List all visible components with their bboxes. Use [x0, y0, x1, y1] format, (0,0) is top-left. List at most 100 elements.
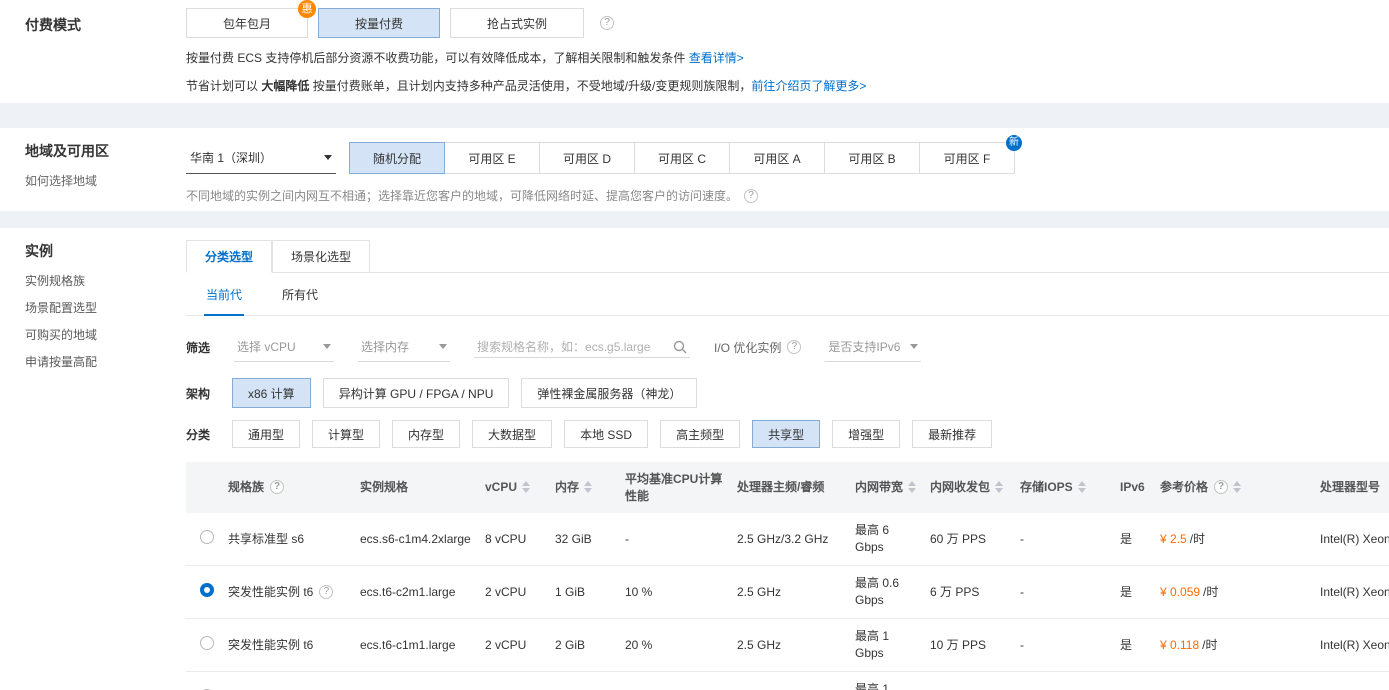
payment-section-label: 付费模式 — [25, 17, 81, 33]
savings-plan-link[interactable]: 前往介绍页了解更多> — [751, 79, 866, 93]
baseline-cell: 20 % — [625, 637, 653, 652]
spec-cell: ecs.t6-c1m1.large — [360, 637, 456, 652]
ipv6-select[interactable]: 是否支持IPv6 — [825, 332, 922, 362]
cat-bigdata[interactable]: 大数据型 — [472, 420, 553, 448]
new-badge: 新 — [1006, 135, 1022, 151]
price-unit: /时 — [1202, 637, 1218, 652]
pps-cell: 60 万 PPS — [930, 531, 987, 546]
header-memory-text: 内存 — [555, 480, 580, 495]
tab-current-generation[interactable]: 当前代 — [204, 273, 245, 316]
header-cpu-model-text: 处理器型号 — [1320, 480, 1381, 495]
generation-tab-bar: 当前代 所有代 — [186, 273, 1389, 316]
header-frequency: 处理器主频/睿频 — [737, 479, 855, 496]
chevron-down-icon — [324, 155, 332, 160]
row-radio[interactable] — [200, 529, 214, 544]
spec-search-input[interactable] — [477, 339, 668, 354]
memory-select[interactable]: 选择内存 — [358, 332, 451, 362]
side-link-instance-families[interactable]: 实例规格族 — [25, 272, 97, 289]
zone-e[interactable]: 可用区 E — [444, 142, 540, 174]
cat-general[interactable]: 通用型 — [232, 420, 301, 448]
cat-high-clock[interactable]: 高主频型 — [660, 420, 741, 448]
pay-option-pay-as-you-go[interactable]: 按量付费 — [318, 8, 441, 38]
zone-group: 随机分配 可用区 E 可用区 D 可用区 C 可用区 A 可用区 B 可用区 F… — [349, 135, 1022, 174]
spec-cell: ecs.s6-c1m4.2xlarge — [360, 531, 471, 546]
help-icon[interactable]: ? — [744, 188, 759, 203]
help-icon[interactable]: ? — [787, 340, 802, 354]
vcpu-select[interactable]: 选择 vCPU — [234, 332, 335, 362]
help-icon[interactable]: ? — [1214, 480, 1229, 495]
cpu-model-cell: Intel(R) Xeon Platinum 826 — [1320, 637, 1389, 652]
spec-cell: ecs.t6-c2m1.large — [360, 584, 456, 599]
category-row: 分类 通用型 计算型 内存型 大数据型 本地 SSD 高主频型 共享型 增强型 … — [186, 420, 1389, 448]
vcpu-select-placeholder: 选择 vCPU — [237, 340, 296, 354]
sort-icon[interactable] — [584, 481, 593, 494]
cat-compute[interactable]: 计算型 — [312, 420, 381, 448]
sort-icon[interactable] — [1233, 481, 1242, 494]
cat-latest[interactable]: 最新推荐 — [912, 420, 993, 448]
tab-category-selection[interactable]: 分类选型 — [186, 240, 273, 273]
sort-icon[interactable] — [1077, 481, 1086, 494]
header-baseline: 平均基准CPU计算性能 — [625, 471, 737, 505]
zone-d[interactable]: 可用区 D — [539, 142, 635, 174]
tab-scenario-selection[interactable]: 场景化选型 — [272, 240, 371, 273]
cat-memory[interactable]: 内存型 — [392, 420, 461, 448]
help-icon[interactable]: ? — [600, 16, 615, 30]
arch-bare-metal[interactable]: 弹性裸金属服务器（神龙） — [521, 378, 698, 408]
side-link-apply-high-spec[interactable]: 申请按量高配 — [25, 353, 97, 370]
instance-table: 规格族 ? 实例规格 vCPU 内存 平均基准CPU计算性能 处理器主频/睿频 … — [186, 462, 1389, 690]
tab-all-generations[interactable]: 所有代 — [280, 273, 320, 315]
header-price-text: 参考价格 — [1160, 480, 1209, 495]
iops-cell: - — [1020, 584, 1024, 599]
header-family-text: 规格族 — [228, 480, 265, 495]
table-row: 最高 1 Gbps Intel(R) Xeon Platinum 826 — [186, 672, 1389, 690]
zone-a[interactable]: 可用区 A — [729, 142, 825, 174]
zone-c[interactable]: 可用区 C — [634, 142, 730, 174]
side-link-purchasable-regions[interactable]: 可购买的地域 — [25, 326, 97, 343]
view-details-link[interactable]: 查看详情> — [689, 51, 744, 65]
sort-icon[interactable] — [522, 481, 531, 494]
pay-option-subscription[interactable]: 包年包月 惠 — [186, 0, 317, 38]
architecture-label: 架构 — [186, 386, 211, 401]
help-icon[interactable]: ? — [319, 584, 334, 599]
zone-label: 可用区 D — [562, 151, 611, 166]
header-spec-text: 实例规格 — [360, 480, 409, 495]
side-link-scenario-selection[interactable]: 场景配置选型 — [25, 299, 97, 316]
header-spec: 实例规格 — [360, 479, 485, 496]
row-radio[interactable] — [200, 635, 214, 650]
instance-tab-bar: 分类选型 场景化选型 — [186, 240, 1389, 273]
region-section-label: 地域及可用区 — [25, 143, 109, 159]
price-value: ¥ 2.5 — [1160, 531, 1187, 546]
sort-icon[interactable] — [908, 481, 917, 494]
filter-label: 筛选 — [186, 340, 211, 355]
header-bandwidth: 内网带宽 — [855, 479, 930, 496]
how-to-choose-region-link[interactable]: 如何选择地域 — [25, 172, 97, 189]
family-cell: 突发性能实例 t6 — [228, 637, 314, 652]
arch-x86[interactable]: x86 计算 — [232, 378, 311, 408]
baseline-cell: - — [625, 531, 629, 546]
zone-f[interactable]: 可用区 F 新 — [919, 135, 1022, 174]
cat-local-ssd[interactable]: 本地 SSD — [564, 420, 649, 448]
payment-desc-1-text: 按量付费 ECS 支持停机后部分资源不收费功能，可以有效降低成本，了解相关限制和… — [186, 51, 686, 65]
pay-option-spot-instance[interactable]: 抢占式实例 — [450, 8, 585, 38]
zone-b[interactable]: 可用区 B — [824, 142, 920, 174]
payment-desc-2-post: 按量付费账单，且计划内支持多种产品灵活使用，不受地域/升级/变更规则族限制， — [312, 79, 752, 93]
search-icon[interactable] — [673, 340, 687, 354]
zone-random[interactable]: 随机分配 — [349, 142, 445, 174]
table-row: 突发性能实例 t6 ? ecs.t6-c2m1.large 2 vCPU 1 G… — [186, 566, 1389, 619]
payment-desc-2-pre: 节省计划可以 — [186, 79, 259, 93]
help-icon[interactable]: ? — [270, 480, 285, 495]
cat-enhanced[interactable]: 增强型 — [832, 420, 901, 448]
cpu-model-cell: Intel(R) Xeon Platinum 826 — [1320, 584, 1389, 599]
zone-label: 可用区 C — [657, 151, 706, 166]
header-vcpu: vCPU — [485, 479, 555, 496]
sort-icon[interactable] — [995, 481, 1004, 494]
bandwidth-cell: 最高 1 Gbps — [855, 629, 890, 660]
cat-shared[interactable]: 共享型 — [752, 420, 821, 448]
row-radio-selected[interactable] — [200, 582, 214, 597]
header-iops: 存储IOPS — [1020, 479, 1120, 496]
arch-heterogeneous[interactable]: 异构计算 GPU / FPGA / NPU — [322, 378, 510, 408]
region-select[interactable]: 华南 1（深圳） — [186, 142, 336, 174]
zone-label: 随机分配 — [372, 151, 421, 166]
pps-cell: 6 万 PPS — [930, 584, 980, 599]
payment-desc-2: 节省计划可以 大幅降低 按量付费账单，且计划内支持多种产品灵活使用，不受地域/升… — [186, 77, 1389, 94]
